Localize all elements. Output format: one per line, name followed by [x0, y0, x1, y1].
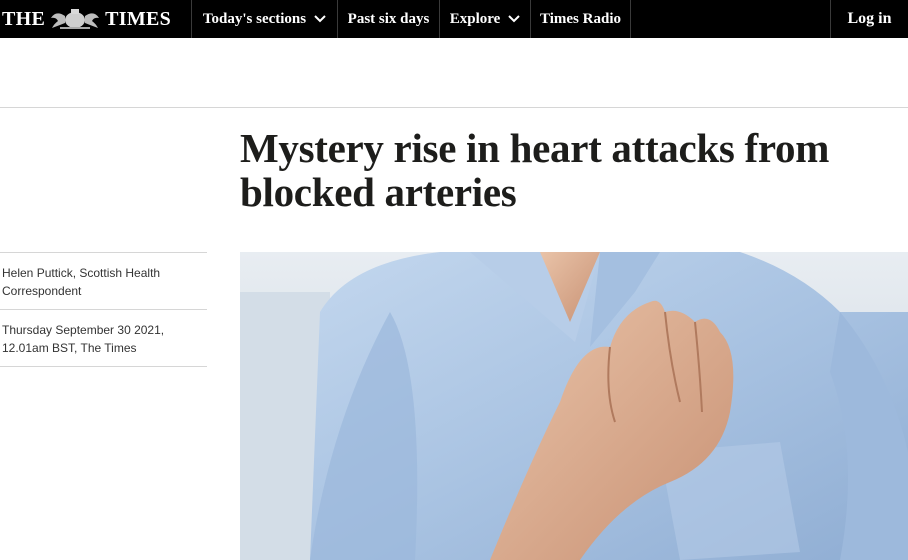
royal-crest-icon — [51, 9, 100, 29]
nav-explore[interactable]: Explore — [439, 0, 530, 38]
header-divider — [0, 107, 908, 108]
byline-divider-middle — [0, 309, 207, 310]
logo-word-times: TIMES — [105, 7, 172, 30]
nav-todays-sections-label: Today's sections — [202, 10, 307, 27]
logo-word-the: THE — [2, 7, 46, 30]
top-navigation-bar: THE TIMES Today's sections Past six days… — [0, 0, 908, 38]
nav-todays-sections[interactable]: Today's sections — [191, 0, 337, 38]
nav-past-six-days-label: Past six days — [347, 10, 430, 27]
hero-photo — [240, 252, 908, 560]
article-headline: Mystery rise in heart attacks from block… — [240, 125, 830, 215]
byline-divider-top — [0, 252, 207, 253]
article-dateline: Thursday September 30 2021, 12.01am BST,… — [2, 323, 165, 355]
chevron-down-icon — [314, 15, 326, 23]
chevron-down-icon — [508, 15, 520, 23]
nav-times-radio[interactable]: Times Radio — [530, 0, 631, 38]
nav-explore-label: Explore — [449, 10, 501, 27]
nav-times-radio-label: Times Radio — [540, 10, 621, 27]
article-author[interactable]: Helen Puttick, Scottish Health Correspon… — [2, 264, 202, 300]
login-label: Log in — [847, 10, 892, 27]
nav-past-six-days[interactable]: Past six days — [337, 0, 439, 38]
byline-divider-bottom — [0, 366, 207, 367]
login-button[interactable]: Log in — [830, 0, 908, 38]
the-times-logo[interactable]: THE TIMES — [2, 0, 190, 38]
article-hero-image — [240, 252, 908, 560]
